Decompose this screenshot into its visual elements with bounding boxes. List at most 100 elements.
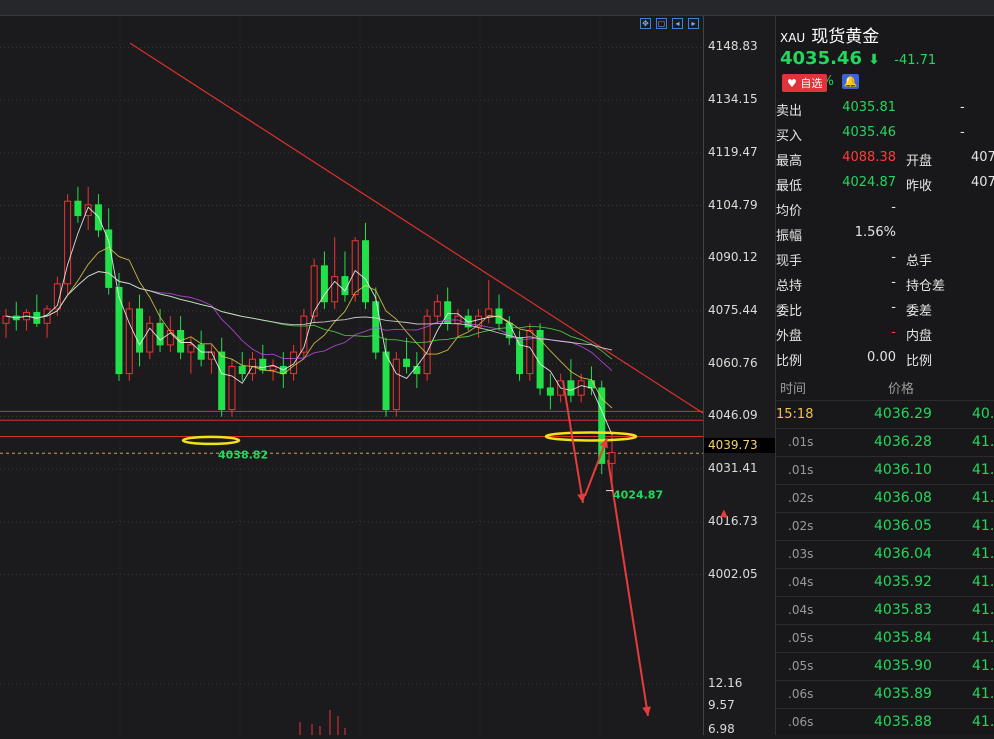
- tick-row[interactable]: .02s 4036.05 41.1: [776, 512, 994, 541]
- tick-row[interactable]: .04s 4035.83 41.1: [776, 596, 994, 625]
- candle-body: [577, 380, 585, 396]
- tick-row[interactable]: .06s 4035.88 41.2: [776, 708, 994, 735]
- tick-time: .06s: [788, 715, 814, 729]
- field-label: 现手: [776, 254, 803, 269]
- tick-volume: 41.1: [972, 658, 994, 674]
- instrument-title: XAU 现货黄金: [780, 22, 879, 47]
- field-value: -: [891, 300, 896, 315]
- candle-body: [351, 240, 359, 296]
- arrow-head: [642, 706, 651, 716]
- tick-volume: 40.6: [972, 406, 994, 422]
- tick-row[interactable]: .06s 4035.89 41.2: [776, 680, 994, 709]
- y-tick-label: 4060.76: [708, 355, 758, 370]
- candlestick-chart[interactable]: 4038.82 4024.87: [0, 16, 704, 735]
- field-label: 总持: [776, 279, 803, 294]
- tick-volume: 41.2: [972, 686, 994, 702]
- field-label: 振幅: [776, 229, 803, 244]
- tick-price: 4035.84: [874, 630, 932, 646]
- tick-row[interactable]: .05s 4035.84 41.1: [776, 624, 994, 653]
- top-toolbar: [0, 0, 994, 16]
- chart-area[interactable]: 4038.82 4024.87: [0, 16, 704, 735]
- tick-volume: 41.2: [972, 714, 994, 730]
- tick-time: .06s: [788, 687, 814, 701]
- field-label-2: 开盘: [906, 154, 933, 169]
- candle-body: [218, 351, 226, 411]
- field-label: 买入: [776, 129, 803, 144]
- up-triangle-icon: ▲: [720, 507, 728, 519]
- field-value: -: [891, 250, 896, 265]
- field-value: -: [891, 275, 896, 290]
- tick-row[interactable]: .01s 4036.10 41.0: [776, 456, 994, 485]
- tick-volume: 41.1: [972, 630, 994, 646]
- y-tick-label: 4148.83: [708, 39, 758, 54]
- tick-volume: 41.1: [972, 546, 994, 562]
- tick-time: .01s: [788, 435, 814, 449]
- instrument-name: 现货黄金: [811, 27, 880, 47]
- y-tick-label: 4031.41: [708, 461, 758, 476]
- candle-body: [238, 365, 246, 375]
- field-value: -: [891, 200, 896, 215]
- tick-row[interactable]: .01s 4036.28 41.0: [776, 428, 994, 457]
- y-tick-label: 4134.15: [708, 92, 758, 107]
- annotation-low-2: 4024.87: [613, 489, 663, 502]
- tick-row[interactable]: .05s 4035.90 41.1: [776, 652, 994, 681]
- arrow-line: [562, 380, 584, 504]
- candle-body: [259, 358, 267, 371]
- candle-body: [516, 337, 524, 375]
- field-label: 最高: [776, 154, 803, 169]
- tick-volume: 41.0: [972, 434, 994, 450]
- field-value: 4035.46: [842, 125, 896, 140]
- chart-tool-left[interactable]: ◂: [672, 18, 683, 29]
- candle-body: [413, 365, 421, 375]
- favorite-button[interactable]: ♥ 自选: [782, 74, 828, 92]
- tick-row[interactable]: 15:18 4036.29 40.6: [776, 400, 994, 429]
- tick-time: .01s: [788, 463, 814, 477]
- down-arrow-icon: ⬇: [868, 52, 880, 68]
- y-tick-label: 4119.47: [708, 144, 758, 159]
- field-value: 4035.81: [842, 100, 896, 115]
- tick-price: 4035.89: [874, 686, 932, 702]
- quote-panel: XAU现货黄金 4035.46 ⬇ -41.71 -1.02% ♥ 自选 🔔 卖…: [775, 16, 994, 735]
- candle-body: [485, 308, 493, 317]
- chart-tool-zoom[interactable]: ▢: [656, 18, 667, 29]
- candle-body: [546, 387, 554, 396]
- tick-time: .02s: [788, 519, 814, 533]
- tick-price: 4035.92: [874, 574, 932, 590]
- candle-body: [567, 380, 575, 396]
- candle-body: [115, 286, 123, 375]
- tick-price: 4035.83: [874, 602, 932, 618]
- candle-body: [361, 240, 369, 303]
- tick-row[interactable]: .04s 4035.92 41.1: [776, 568, 994, 597]
- tick-volume: 41.0: [972, 462, 994, 478]
- chart-tool-move[interactable]: ✥: [640, 18, 651, 29]
- tick-time: .05s: [788, 659, 814, 673]
- tick-row[interactable]: .02s 4036.08 41.0: [776, 484, 994, 513]
- tick-time: .05s: [788, 631, 814, 645]
- candle-body: [320, 265, 328, 303]
- tick-volume: 41.1: [972, 518, 994, 534]
- tick-row[interactable]: .03s 4036.04 41.1: [776, 540, 994, 569]
- tick-time: 15:18: [776, 407, 814, 422]
- tick-price: 4036.05: [874, 518, 932, 534]
- field-label: 委比: [776, 304, 803, 319]
- field-value: -: [891, 325, 896, 340]
- tick-price: 4036.29: [874, 406, 932, 422]
- tick-price: 4036.10: [874, 462, 932, 478]
- tick-header-time: 时间: [780, 382, 807, 397]
- candle-body: [187, 344, 195, 353]
- field-label: 卖出: [776, 104, 803, 119]
- candle-body: [156, 322, 164, 346]
- field-value-2: 407: [971, 175, 994, 190]
- price-axis: 4148.83 4134.15 4119.47 4104.79 4090.12 4075.…: [703, 16, 778, 736]
- candle-body: [608, 452, 616, 464]
- tick-price: 4036.08: [874, 490, 932, 506]
- alert-bell-button[interactable]: 🔔: [842, 74, 859, 89]
- moving-average-line: [5, 206, 613, 435]
- tick-price: 4035.88: [874, 714, 932, 730]
- candle-body: [74, 200, 82, 217]
- tick-volume: 41.0: [972, 490, 994, 506]
- tick-price: 4036.28: [874, 434, 932, 450]
- chart-tool-right[interactable]: ▸: [688, 18, 699, 29]
- heart-icon: ♥: [787, 77, 797, 90]
- field-label-2: 比例: [906, 354, 933, 369]
